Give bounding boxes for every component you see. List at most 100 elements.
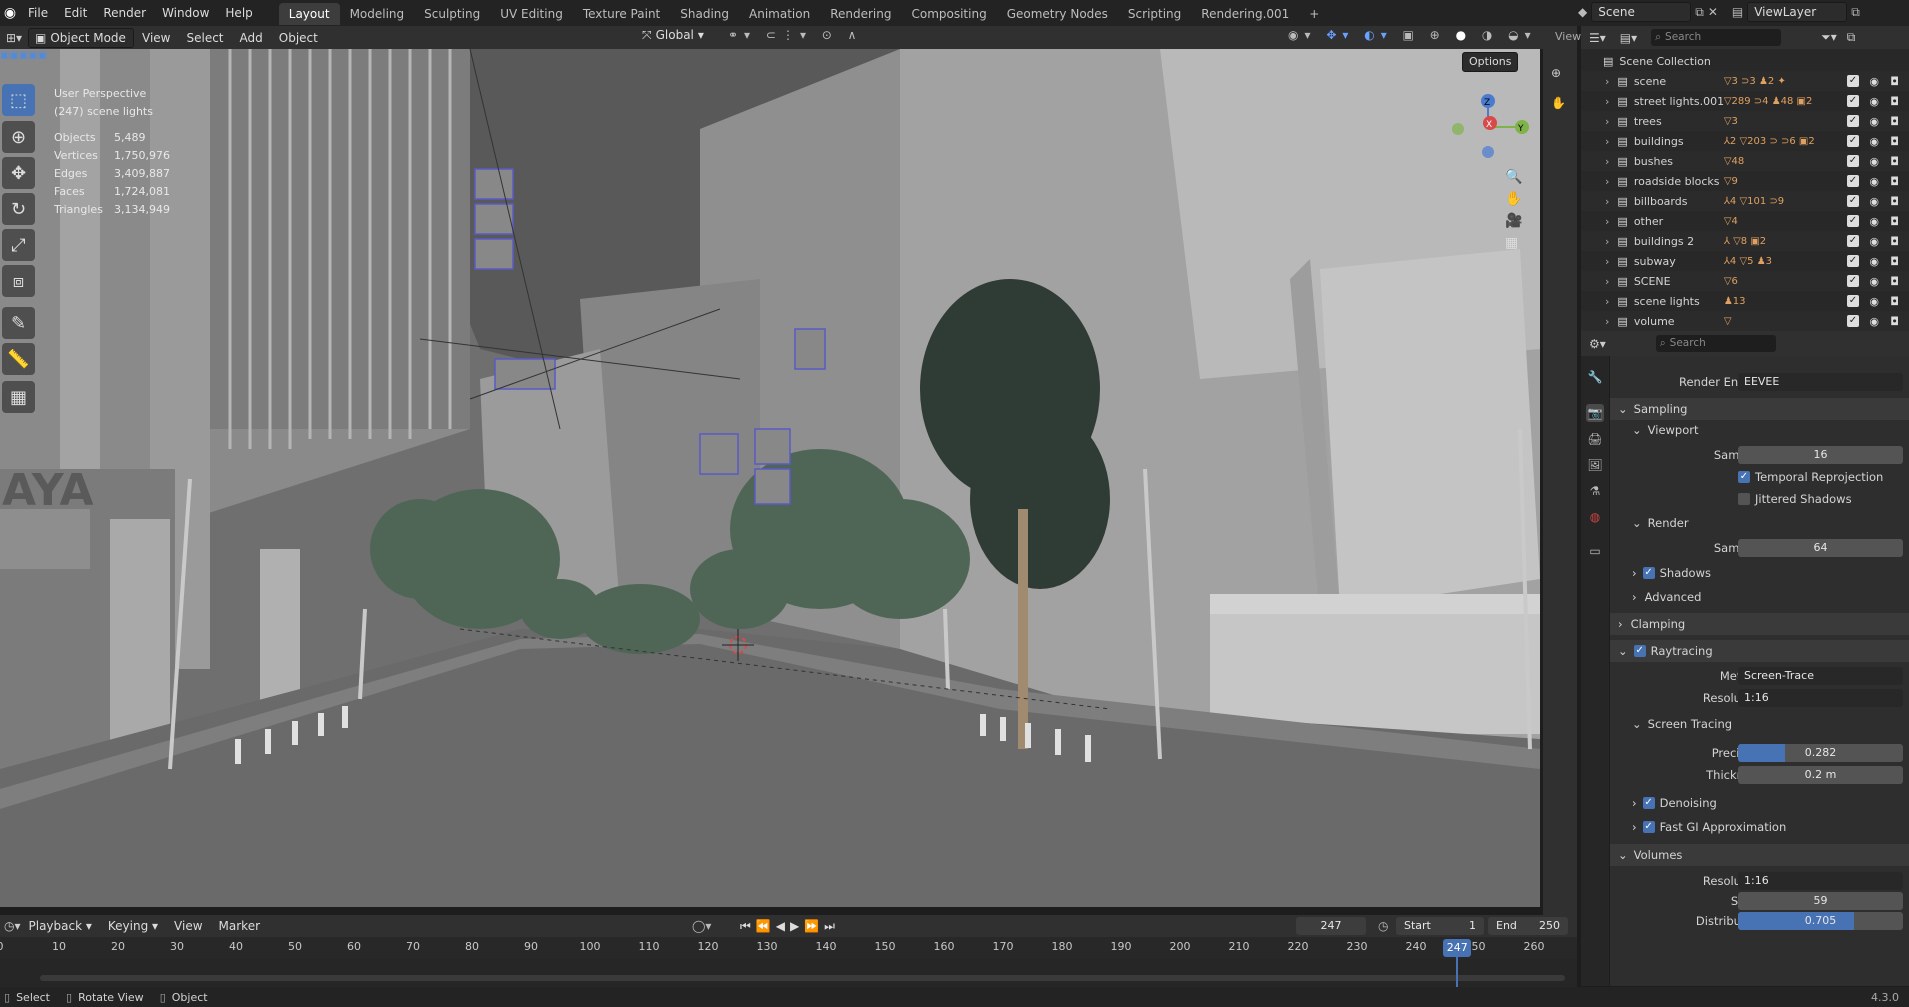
eye-icon[interactable]: ◉ (1869, 95, 1879, 108)
eye-icon[interactable]: ◉ (1869, 235, 1879, 248)
3d-viewport[interactable]: AYA User Perspective (247) scene lights … (0, 49, 1540, 907)
fast-gi-checkbox[interactable]: ✓ (1642, 821, 1655, 833)
expand-chevron-icon[interactable]: › (1605, 135, 1609, 148)
viewport-samples-field[interactable]: 16 (1738, 446, 1903, 464)
timeline-ruler[interactable]: 0 10 20 30 40 50 60 70 80 90 100 110 120 130 140 150 160… (0, 937, 1577, 959)
editor-type-icon[interactable]: ⊞▾ (0, 31, 28, 45)
orientation-dropdown[interactable]: ⤧ Global ▾ (642, 28, 704, 43)
zoom-side-icon[interactable]: ⊕ (1551, 66, 1561, 80)
eye-icon[interactable]: ◉ (1869, 195, 1879, 208)
output-tab-icon[interactable]: 🖨 (1586, 430, 1604, 448)
outliner-row[interactable]: › ▤ billboards ⅄4 ▽101 ⊃9 ✓ ◉ ◘ (1581, 191, 1909, 211)
menu-render[interactable]: Render (95, 0, 154, 26)
fast-gi-subpanel[interactable]: › ✓ Fast GI Approximation (1610, 816, 1909, 838)
pan-side-icon[interactable]: ✋ (1551, 96, 1566, 110)
vp-menu-object[interactable]: Object (271, 25, 326, 51)
add-workspace-button[interactable]: + (1299, 3, 1329, 25)
pan-hand-icon[interactable]: ✋ (1505, 191, 1522, 207)
eye-icon[interactable]: ◉ (1869, 255, 1879, 268)
expand-chevron-icon[interactable]: › (1605, 95, 1609, 108)
end-frame-field[interactable]: End 250 (1488, 917, 1568, 935)
thickness-field[interactable]: 0.2 m (1738, 766, 1903, 784)
eye-icon[interactable]: ◉ (1869, 215, 1879, 228)
outliner-row[interactable]: › ▤ buildings 2 ⅄ ▽8 ▣2 ✓ ◉ ◘ (1581, 231, 1909, 251)
camera-render-icon[interactable]: ◘ (1890, 235, 1899, 248)
rotate-tool-icon[interactable]: ↻ (2, 193, 35, 225)
tab-uv-editing[interactable]: UV Editing (490, 3, 573, 25)
cursor-tool-icon[interactable]: ⊕ (2, 121, 35, 153)
camera-render-icon[interactable]: ◘ (1890, 95, 1899, 108)
snap-icons[interactable]: ⚭▾ ⊂⋮▾ ⊙ ∧ (728, 28, 862, 42)
eye-icon[interactable]: ◉ (1869, 175, 1879, 188)
eye-icon[interactable]: ◉ (1869, 315, 1879, 328)
select-box-tool[interactable]: ▣▣▣▣▣ (0, 49, 90, 61)
outliner-row[interactable]: › ▤ subway ⅄4 ▽5 ♟3 ✓ ◉ ◘ (1581, 251, 1909, 271)
exclude-checkbox-icon[interactable]: ✓ (1847, 295, 1859, 307)
view-label[interactable]: View (1555, 30, 1581, 43)
exclude-checkbox-icon[interactable]: ✓ (1847, 175, 1859, 187)
clamping-panel-header[interactable]: › Clamping (1610, 613, 1909, 635)
render-tab-icon[interactable]: 📷 (1586, 404, 1604, 422)
transform-tool-icon[interactable]: ⧈ (2, 265, 35, 297)
outliner-row[interactable]: › ▤ other ▽4 ✓ ◉ ◘ (1581, 211, 1909, 231)
camera-render-icon[interactable]: ◘ (1890, 175, 1899, 188)
exclude-checkbox-icon[interactable]: ✓ (1847, 115, 1859, 127)
camera-render-icon[interactable]: ◘ (1890, 135, 1899, 148)
camera-render-icon[interactable]: ◘ (1890, 295, 1899, 308)
outliner-row[interactable]: › ▤ trees ▽3 ✓ ◉ ◘ (1581, 111, 1909, 131)
options-button[interactable]: Options (1462, 52, 1519, 72)
camera-render-icon[interactable]: ◘ (1890, 255, 1899, 268)
expand-chevron-icon[interactable]: › (1605, 235, 1609, 248)
camera-render-icon[interactable]: ◘ (1890, 195, 1899, 208)
expand-chevron-icon[interactable]: › (1605, 275, 1609, 288)
start-frame-field[interactable]: Start 1 (1396, 917, 1484, 935)
sampling-panel-header[interactable]: ⌄ Sampling (1610, 398, 1909, 420)
render-engine-dropdown[interactable]: EEVEE (1738, 373, 1903, 391)
expand-chevron-icon[interactable]: › (1605, 255, 1609, 268)
measure-tool-icon[interactable]: 📏 (2, 343, 35, 375)
eye-icon[interactable]: ◉ (1869, 135, 1879, 148)
blender-logo-icon[interactable]: ◉ (0, 5, 20, 21)
raytracing-checkbox[interactable]: ✓ (1633, 645, 1646, 657)
properties-search-input[interactable]: ⌕ Search (1655, 335, 1776, 352)
resolution-dropdown[interactable]: 1:16 (1738, 689, 1903, 707)
filter-icon[interactable]: ⏷▾ (1821, 30, 1837, 45)
scene-selector[interactable]: Scene (1591, 2, 1692, 22)
temporal-reprojection-checkbox[interactable]: ✓ (1738, 471, 1750, 483)
exclude-checkbox-icon[interactable]: ✓ (1847, 255, 1859, 267)
outliner-row[interactable]: › ▤ bushes ▽48 ✓ ◉ ◘ (1581, 151, 1909, 171)
tab-texture-paint[interactable]: Texture Paint (573, 3, 670, 25)
tool-tab-icon[interactable]: 🔧 (1586, 368, 1604, 386)
screen-tracing-subpanel-header[interactable]: ⌄ Screen Tracing (1610, 713, 1909, 735)
jittered-shadows-row[interactable]: Jittered Shadows (1610, 488, 1909, 510)
new-collection-icon[interactable]: ⧉ (1847, 30, 1856, 45)
outliner-row[interactable]: › ▤ scene ▽3 ⊃3 ♟2 ✦ ✓ ◉ ◘ (1581, 71, 1909, 91)
camera-render-icon[interactable]: ◘ (1890, 115, 1899, 128)
exclude-checkbox-icon[interactable]: ✓ (1847, 95, 1859, 107)
outliner-row[interactable]: › ▤ SCENE ▽6 ✓ ◉ ◘ (1581, 271, 1909, 291)
clock-icon[interactable]: ◷ (1378, 919, 1388, 933)
navigation-gizmo[interactable]: Z X Y (1450, 89, 1540, 179)
advanced-subpanel[interactable]: › Advanced (1610, 586, 1909, 608)
new-viewlayer-icon[interactable]: ⧉ (1851, 5, 1860, 20)
exclude-checkbox-icon[interactable]: ✓ (1847, 215, 1859, 227)
exclude-checkbox-icon[interactable]: ✓ (1847, 155, 1859, 167)
timeline-area[interactable] (0, 959, 1577, 987)
exclude-checkbox-icon[interactable]: ✓ (1847, 135, 1859, 147)
tab-sculpting[interactable]: Sculpting (414, 3, 490, 25)
world-tab-icon[interactable]: ◍ (1586, 508, 1604, 526)
menu-help[interactable]: Help (217, 0, 260, 26)
scene-tab-icon[interactable]: ⚗ (1586, 482, 1604, 500)
distribution-slider[interactable]: 0.705 (1738, 912, 1903, 930)
vp-menu-add[interactable]: Add (232, 25, 271, 51)
expand-chevron-icon[interactable]: › (1605, 75, 1609, 88)
playhead[interactable]: 247 (1443, 939, 1472, 957)
outliner-row[interactable]: › ▤ roadside blocks ▽9 ✓ ◉ ◘ (1581, 171, 1909, 191)
jittered-shadows-checkbox[interactable] (1738, 493, 1750, 505)
camera-render-icon[interactable]: ◘ (1890, 315, 1899, 328)
mode-selector[interactable]: ▣ Object Mode (28, 27, 134, 48)
outliner-row[interactable]: › ▤ scene lights ♟13 ✓ ◉ ◘ (1581, 291, 1909, 311)
record-icon[interactable]: ◯▾ (692, 919, 711, 933)
camera-render-icon[interactable]: ◘ (1890, 275, 1899, 288)
tab-modeling[interactable]: Modeling (340, 3, 415, 25)
